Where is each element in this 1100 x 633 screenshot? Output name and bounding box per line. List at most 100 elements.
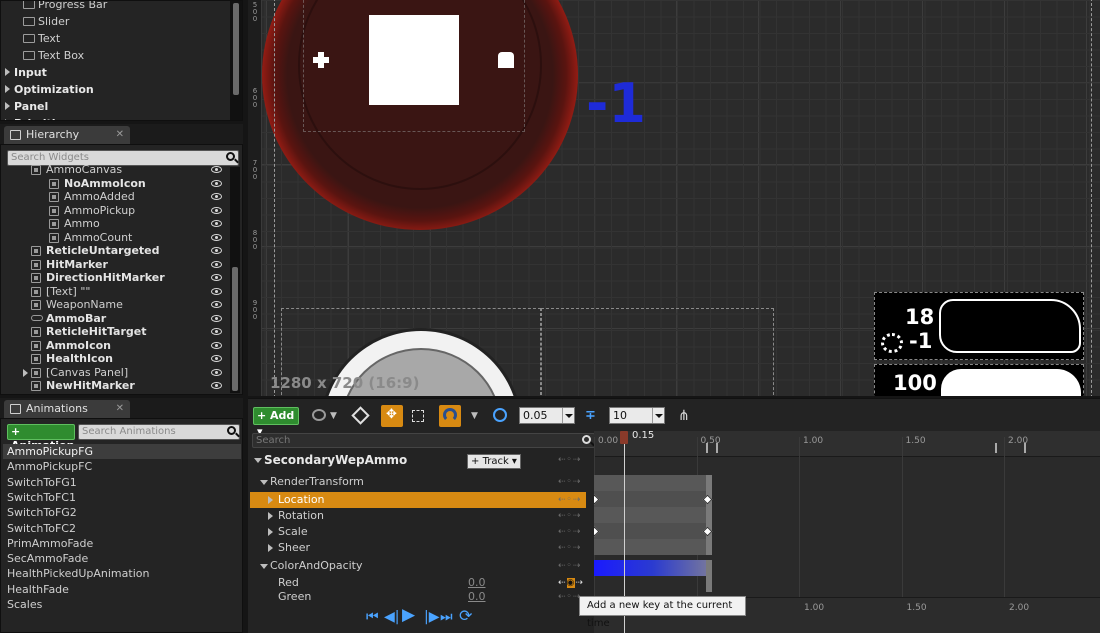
expand-icon[interactable] <box>260 480 268 485</box>
key-nav-icons[interactable]: ⇠◦⇢ <box>558 455 581 465</box>
visibility-eye-icon[interactable] <box>211 382 222 389</box>
palette-scrollbar[interactable] <box>230 1 242 120</box>
hierarchy-row[interactable]: HitMarker <box>1 258 227 272</box>
visibility-eye-icon[interactable] <box>211 328 222 335</box>
add-track-dropdown[interactable]: + Track ▾ <box>467 454 521 469</box>
expand-icon[interactable] <box>260 564 268 569</box>
designer-viewport[interactable]: 5 0 0 6 0 0 7 0 0 8 0 0 9 0 0 -1 1280 x … <box>248 0 1100 396</box>
expand-icon[interactable] <box>23 368 28 377</box>
key-nav-icons[interactable]: ⇠◦⇢ <box>558 524 581 540</box>
frame-rate-dropdown[interactable]: 10 <box>609 407 665 424</box>
hierarchy-row[interactable]: AmmoAdded <box>1 190 227 204</box>
expand-icon[interactable] <box>5 68 10 76</box>
tab-animations[interactable]: Animations ✕ <box>4 400 130 418</box>
hierarchy-row[interactable]: NoAmmoIcon <box>1 177 227 191</box>
hierarchy-row[interactable]: AmmoCanvas <box>1 165 227 177</box>
color-section-handle[interactable] <box>706 560 712 592</box>
palette-item[interactable]: Text Box <box>1 47 84 64</box>
animation-list-item[interactable]: SwitchToFC2 <box>7 521 76 536</box>
chevron-down-icon[interactable]: ▼ <box>330 411 337 421</box>
marquee-select-icon[interactable] <box>412 410 424 422</box>
search-icon[interactable] <box>226 152 235 161</box>
hierarchy-row[interactable]: HealthIcon <box>1 352 227 366</box>
track-row[interactable]: RenderTransform ⇠◦⇢ <box>250 474 586 490</box>
visibility-eye-icon[interactable] <box>211 179 222 187</box>
step-back-icon[interactable]: ◀| <box>384 609 399 625</box>
visibility-eye-icon[interactable] <box>211 301 222 308</box>
animation-list-item[interactable]: PrimAmmoFade <box>7 536 93 551</box>
track-row[interactable]: ColorAndOpacity ⇠◦⇢ <box>250 558 586 574</box>
chevron-down-icon[interactable]: ▼ <box>471 411 478 421</box>
snap-toggle-button[interactable] <box>439 405 461 427</box>
visibility-eye-icon[interactable] <box>211 233 222 241</box>
expand-icon[interactable] <box>268 544 273 552</box>
track-row[interactable]: Scale ⇠◦⇢ <box>250 524 586 540</box>
visibility-eye-icon[interactable] <box>211 314 222 322</box>
curve-editor-icon[interactable]: ⋔ <box>678 408 690 424</box>
animation-list-item[interactable]: SecAmmoFade <box>7 551 88 566</box>
animation-list-item[interactable]: SwitchToFG1 <box>7 475 77 490</box>
snap-time-dropdown[interactable]: 0.05 <box>519 407 575 424</box>
hierarchy-row[interactable]: ReticleHitTarget <box>1 325 227 339</box>
visibility-eye-icon[interactable] <box>211 287 222 295</box>
search-icon[interactable] <box>582 435 591 444</box>
visibility-eye-icon[interactable] <box>211 206 222 214</box>
track-row[interactable]: Location ⇠◦⇢ <box>250 492 586 508</box>
hierarchy-row[interactable]: [Canvas Panel] <box>1 366 227 380</box>
expand-icon[interactable] <box>268 528 273 536</box>
visibility-eye-icon[interactable] <box>211 166 222 173</box>
palette-item[interactable]: Slider <box>1 13 69 30</box>
animation-list-item[interactable]: AmmoPickupFG <box>3 444 241 459</box>
animation-list-item[interactable]: Scales <box>7 597 42 612</box>
palette-item[interactable]: Progress Bar <box>1 1 107 13</box>
key-nav-icons[interactable]: ⇠◦⇢ <box>558 558 581 574</box>
visibility-eye-icon[interactable] <box>211 274 222 281</box>
palette-category[interactable]: Optimization <box>1 81 94 98</box>
loop-icon[interactable]: ⟳ <box>459 606 472 625</box>
key-nav-icons[interactable]: ⇠◦⇢ <box>558 474 581 490</box>
visibility-eye-icon[interactable] <box>211 355 222 362</box>
transform-section[interactable] <box>594 475 712 555</box>
animations-search-input[interactable]: Search Animations <box>78 424 240 440</box>
frame-snap-icon[interactable]: ∓ <box>585 408 596 423</box>
palette-item[interactable]: Text <box>1 30 60 47</box>
expand-icon[interactable] <box>254 458 262 463</box>
palette-category[interactable]: Panel <box>1 98 48 115</box>
key-nav-icons[interactable]: ⇠◦⇢ <box>558 508 581 524</box>
visibility-eye-icon[interactable] <box>211 260 222 268</box>
track-row[interactable]: Rotation ⇠◦⇢ <box>250 508 586 524</box>
hierarchy-row[interactable]: AmmoPickup <box>1 204 227 218</box>
jump-to-start-icon[interactable]: ⏮ <box>366 609 379 625</box>
hierarchy-row[interactable]: AmmoCount <box>1 231 227 245</box>
expand-icon[interactable] <box>5 102 10 110</box>
view-options-icon[interactable] <box>312 409 326 421</box>
expand-icon[interactable] <box>5 85 10 93</box>
hierarchy-scroll-thumb[interactable] <box>232 267 238 391</box>
visibility-eye-icon[interactable] <box>211 368 222 376</box>
animation-list-item[interactable]: SwitchToFC1 <box>7 490 76 505</box>
visibility-eye-icon[interactable] <box>211 247 222 254</box>
key-nav-icons[interactable]: ⇠◦⇢ <box>558 540 581 556</box>
expand-icon[interactable] <box>268 512 273 520</box>
scale-section[interactable] <box>594 523 712 539</box>
color-section[interactable] <box>594 560 712 576</box>
key-nav-icons[interactable]: ⇠◦⇢ <box>558 492 581 508</box>
close-icon[interactable]: ✕ <box>116 126 124 144</box>
palette-category[interactable]: Input <box>1 64 47 81</box>
animation-row[interactable]: SecondaryWepAmmo + Track ▾ ⇠◦⇢ <box>250 453 586 471</box>
hierarchy-row[interactable]: ReticleUntargeted <box>1 244 227 258</box>
visibility-eye-icon[interactable] <box>211 193 222 200</box>
track-value[interactable]: 0.0 <box>468 589 486 605</box>
clock-icon[interactable] <box>493 408 507 422</box>
search-icon[interactable] <box>227 426 236 435</box>
hierarchy-search-input[interactable]: Search Widgets <box>7 150 239 166</box>
hierarchy-row[interactable]: AmmoIcon <box>1 339 227 353</box>
animation-list-item[interactable]: HealthPickedUpAnimation <box>7 566 149 581</box>
hierarchy-row[interactable]: Ammo <box>1 217 227 231</box>
add-animation-button[interactable]: + Animation <box>7 424 75 452</box>
section-end-handle[interactable] <box>706 475 712 555</box>
step-forward-icon[interactable]: |▶ <box>424 609 439 625</box>
track-row[interactable]: Green 0.0 ⇠◦⇢ <box>250 589 586 605</box>
visibility-eye-icon[interactable] <box>211 341 222 349</box>
close-icon[interactable]: ✕ <box>116 400 124 418</box>
